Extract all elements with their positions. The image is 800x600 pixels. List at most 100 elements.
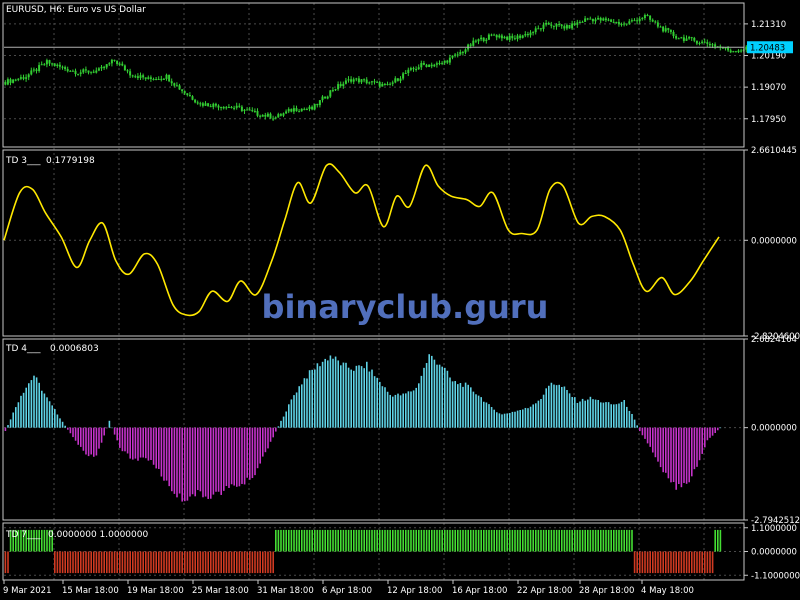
candle-body <box>233 107 236 109</box>
td7-bar <box>311 529 313 552</box>
td7-bar <box>501 529 503 552</box>
td4-bar <box>529 406 532 428</box>
candle-body <box>77 73 80 75</box>
candle-body <box>638 18 641 22</box>
td7-bar <box>301 529 303 552</box>
price-axis: 1.213101.201901.190701.179501.20483 <box>744 20 793 125</box>
td7-bar <box>98 551 100 574</box>
td4-bar <box>717 427 719 431</box>
td7-bar <box>376 529 378 552</box>
candle-body <box>222 106 225 109</box>
td4-bar <box>324 358 326 428</box>
axis-tick-label: 1.1000000 <box>751 524 797 534</box>
td4-bar <box>316 363 319 428</box>
candle-body <box>524 34 527 36</box>
td4-bar <box>360 366 363 428</box>
candle-body <box>422 63 425 65</box>
td4-bar <box>293 395 295 428</box>
candle-body <box>129 71 132 76</box>
td7-bar <box>561 529 563 552</box>
td7-bar <box>285 529 287 552</box>
axis-tick-label: 2.6610445 <box>751 146 797 156</box>
candle-body <box>342 83 345 87</box>
td4-bar <box>644 427 646 439</box>
td4-bar <box>597 399 599 428</box>
td7-bar <box>550 529 553 552</box>
candle-body <box>394 78 397 83</box>
axis-tick-label: 2.6824164 <box>751 335 797 345</box>
candle-body <box>591 18 594 22</box>
td4-bar <box>217 427 220 492</box>
candle-body <box>45 60 48 65</box>
td7-bar <box>87 551 90 574</box>
candle-body <box>656 22 659 27</box>
candle-body <box>409 68 412 70</box>
td4-bar <box>667 427 670 479</box>
td4-bar <box>275 427 277 432</box>
candle-body <box>407 69 410 73</box>
td4-bar <box>306 378 308 428</box>
candle-body <box>142 75 145 78</box>
candle-body <box>630 20 633 22</box>
td7-bar <box>602 529 605 552</box>
td4-bar <box>215 427 217 492</box>
td7-bar <box>340 529 342 552</box>
td4-bar <box>555 385 558 428</box>
td7-bar <box>537 529 540 552</box>
td4-bar <box>243 427 246 485</box>
td4-bar <box>12 412 14 428</box>
td4-bar <box>155 427 157 469</box>
candle-body <box>84 69 87 71</box>
td4-bar <box>519 409 521 428</box>
chart-canvas[interactable]: EURUSD, H6: Euro vs US Dollar 1.21310 1.2… <box>0 0 800 600</box>
candle-body <box>209 106 212 108</box>
candle-body <box>139 75 142 78</box>
td7-bar <box>228 551 230 574</box>
candle-body <box>534 28 537 33</box>
candle-body <box>490 34 493 36</box>
td7-bar <box>657 551 659 574</box>
td4-bar <box>709 427 711 438</box>
td7-panel[interactable]: TD 7___ 0.0000000 1.0000000 1.1000000 0.0… <box>4 524 800 582</box>
td4-bar <box>563 386 566 428</box>
candle-body <box>498 35 501 38</box>
td7-bar <box>298 529 300 552</box>
td4-bar <box>334 356 337 428</box>
candle-body <box>87 70 90 73</box>
td4-bar <box>407 391 410 428</box>
td4-bar <box>113 427 116 435</box>
td7-bar <box>319 529 321 552</box>
td7-bar <box>672 551 675 574</box>
td7-bar <box>246 551 248 574</box>
td4-bar <box>345 362 347 428</box>
candle-body <box>178 85 181 90</box>
td7-bar <box>82 551 85 574</box>
td7-bar <box>587 529 589 552</box>
candle-body <box>487 34 490 40</box>
td4-panel[interactable]: TD 4___ 0.0006803 2.68241640.0000000-2.7… <box>4 335 800 526</box>
candle-body <box>690 37 693 39</box>
td4-bar <box>178 427 181 494</box>
td4-bar <box>61 421 64 428</box>
candle-body <box>212 103 215 108</box>
td4-bar <box>59 418 61 428</box>
candle-body <box>584 18 587 22</box>
candle-body <box>235 105 238 108</box>
td7-bar <box>163 551 165 574</box>
time-tick-label: 6 Apr 18:00 <box>322 586 372 596</box>
candle-body <box>256 110 259 116</box>
candle-body <box>667 28 670 30</box>
td7-bar <box>467 529 469 552</box>
candle-body <box>649 15 652 20</box>
td4-bar <box>103 427 105 436</box>
price-panel[interactable]: EURUSD, H6: Euro vs US Dollar 1.21310 1.2… <box>4 5 793 125</box>
td4-bar <box>659 427 662 468</box>
td7-bar <box>225 551 228 574</box>
td7-bar <box>641 551 644 574</box>
candle-body <box>404 72 407 74</box>
td7-bar <box>134 551 137 574</box>
td4-bar <box>181 427 183 502</box>
td4-bar <box>147 427 150 461</box>
td3-axis: 2.66104450.0000000-2.8204600 <box>744 146 800 342</box>
candle-body <box>12 79 15 83</box>
